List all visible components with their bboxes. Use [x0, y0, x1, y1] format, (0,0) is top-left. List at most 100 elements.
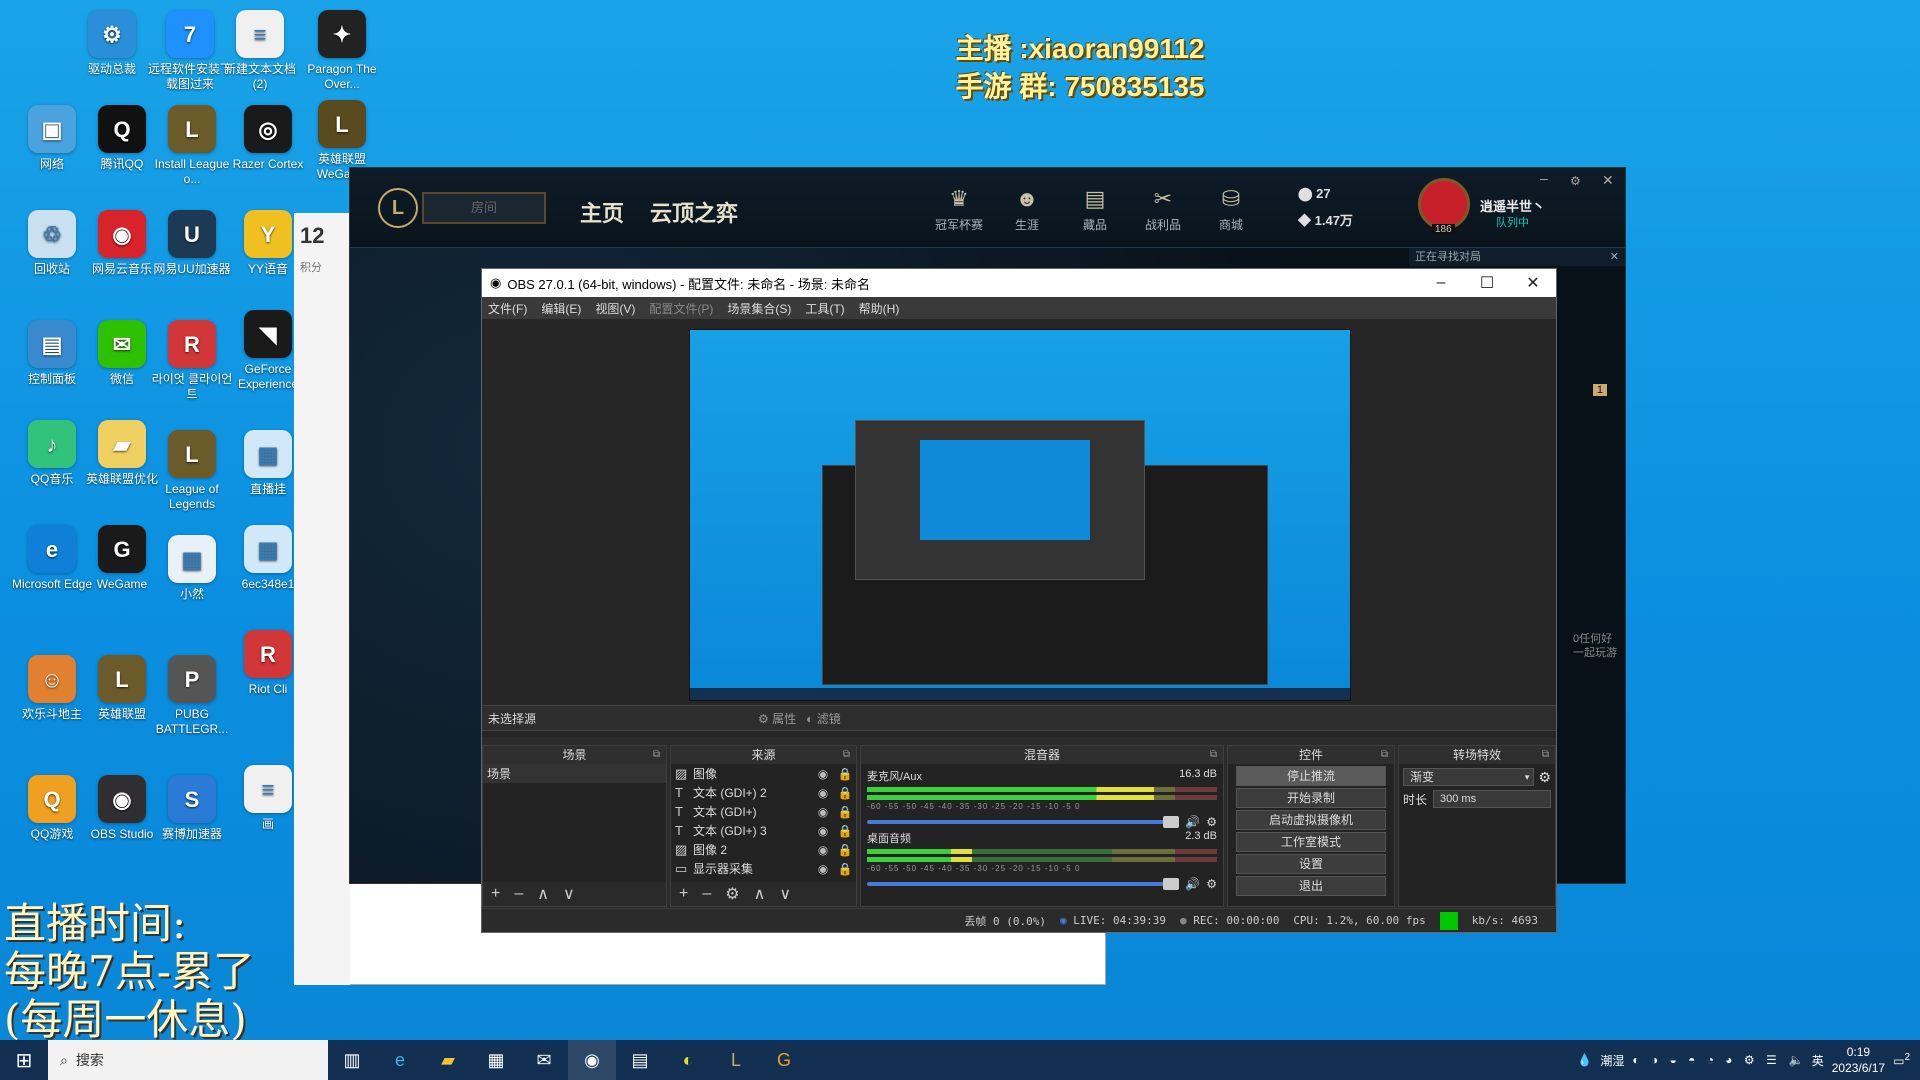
visibility-icon[interactable]: ◉	[812, 862, 834, 876]
menu-item[interactable]: 工具(T)	[805, 300, 844, 317]
nav-icon-2[interactable]: ▤ 藏品	[1067, 186, 1123, 233]
add-icon[interactable]: +	[491, 885, 500, 903]
weather-label[interactable]: 潮湿	[1600, 1052, 1624, 1069]
volume-slider[interactable]	[867, 878, 1180, 890]
obs-preview-canvas[interactable]	[689, 329, 1351, 701]
app-taskbar-icon[interactable]: ▤	[616, 1040, 664, 1080]
volume-icon[interactable]: 🔈	[1789, 1053, 1804, 1067]
desktop-icon[interactable]: ≡ 新建文本文档 (2)	[218, 10, 302, 92]
clock[interactable]: 0:19 2023/6/17	[1832, 1044, 1885, 1076]
visibility-icon[interactable]: ◉	[812, 805, 834, 819]
menu-item[interactable]: 视图(V)	[595, 300, 635, 317]
speaker-icon[interactable]: 🔊	[1185, 877, 1200, 891]
start-button[interactable]: ⊞	[0, 1040, 48, 1080]
source-item[interactable]: ▨ 图像 2 ◉ 🔒	[671, 840, 856, 859]
visibility-icon[interactable]: ◉	[812, 786, 834, 800]
gear-icon[interactable]: ⚙	[725, 884, 739, 904]
menu-item[interactable]: 帮助(H)	[859, 300, 900, 317]
desktop-icon[interactable]: ▦ 小然	[150, 535, 234, 602]
desktop-icon[interactable]: P PUBG BATTLEGR...	[150, 655, 234, 737]
nav-icon-0[interactable]: ♛ 冠军杯赛	[931, 186, 987, 233]
ime-indicator[interactable]: 英	[1812, 1052, 1824, 1069]
visibility-icon[interactable]: ◉	[812, 843, 834, 857]
desktop-icon[interactable]: S 赛博加速器	[150, 775, 234, 842]
undock-icon[interactable]: ⧉	[653, 746, 660, 764]
undock-icon[interactable]: ⧉	[1210, 746, 1217, 764]
transition-select[interactable]: 渐变 ▾	[1403, 768, 1535, 786]
league-taskbar-icon[interactable]: L	[712, 1040, 760, 1080]
control-button[interactable]: 退出	[1236, 876, 1386, 896]
scene-item[interactable]: 场景	[483, 764, 666, 783]
remove-icon[interactable]: –	[702, 885, 711, 903]
properties-button[interactable]: ⚙ 属性	[758, 710, 796, 727]
lock-icon[interactable]: 🔒	[834, 767, 856, 781]
gear-icon[interactable]: ⚙	[1538, 769, 1551, 786]
league-logo[interactable]: L	[378, 188, 418, 228]
source-item[interactable]: T 文本 (GDI+) ◉ 🔒	[671, 802, 856, 821]
undock-icon[interactable]: ⧉	[843, 746, 850, 764]
wegame-taskbar-icon[interactable]: G	[760, 1040, 808, 1080]
menu-item[interactable]: 配置文件(P)	[649, 300, 713, 317]
desktop-icon[interactable]: ⚙ 驱动总裁	[70, 10, 154, 77]
move-down-icon[interactable]: ∨	[779, 884, 791, 904]
volume-knob[interactable]	[1163, 878, 1180, 890]
desktop-icon[interactable]: U 网易UU加速器	[150, 210, 234, 277]
control-button[interactable]: 停止推流	[1236, 766, 1386, 786]
visibility-icon[interactable]: ◉	[812, 824, 834, 838]
lock-icon[interactable]: 🔒	[834, 786, 856, 800]
maximize-icon[interactable]: ☐	[1464, 273, 1510, 293]
source-item[interactable]: ▨ 图像 ◉ 🔒	[671, 764, 856, 783]
volume-slider[interactable]	[867, 816, 1180, 828]
taskbar-search[interactable]: ⌕ 搜索	[48, 1040, 328, 1080]
settings-icon[interactable]: ⚙	[1570, 174, 1581, 188]
nav-home[interactable]: 主页	[580, 196, 624, 228]
nav-icon-3[interactable]: ✂ 战利品	[1135, 186, 1191, 233]
queue-close-icon[interactable]: ✕	[1610, 248, 1619, 266]
nav-icon-1[interactable]: ☻ 生涯	[999, 186, 1055, 233]
obs-taskbar-icon[interactable]: ◉	[568, 1040, 616, 1080]
visibility-icon[interactable]: ◉	[812, 767, 834, 781]
nav-tft[interactable]: 云顶之弈	[650, 196, 738, 228]
source-item[interactable]: T 文本 (GDI+) 2 ◉ 🔒	[671, 783, 856, 802]
gear-icon[interactable]: ⚙	[1206, 877, 1217, 891]
remove-icon[interactable]: –	[514, 885, 523, 903]
task-view-icon[interactable]: ▥	[328, 1040, 376, 1080]
undock-icon[interactable]: ⧉	[1381, 746, 1388, 764]
menu-item[interactable]: 编辑(E)	[541, 300, 581, 317]
control-button[interactable]: 开始录制	[1236, 788, 1386, 808]
mail-icon[interactable]: ✉	[520, 1040, 568, 1080]
file-explorer-icon[interactable]: ▰	[424, 1040, 472, 1080]
tray-icons[interactable]: ◐ ◑ ◒ ◓ ◔ ◕ ⚙ ☰	[1632, 1053, 1780, 1067]
edge-icon[interactable]: e	[376, 1040, 424, 1080]
lock-icon[interactable]: 🔒	[834, 805, 856, 819]
move-up-icon[interactable]: ∧	[537, 884, 549, 904]
minimize-icon[interactable]: –	[1540, 170, 1548, 186]
minimize-icon[interactable]: –	[1418, 274, 1464, 292]
menu-item[interactable]: 场景集合(S)	[727, 300, 791, 317]
lock-icon[interactable]: 🔒	[834, 843, 856, 857]
control-button[interactable]: 设置	[1236, 854, 1386, 874]
filters-button[interactable]: ◐ 滤镜	[806, 710, 841, 727]
control-button[interactable]: 启动虚拟摄像机	[1236, 810, 1386, 830]
source-item[interactable]: T 文本 (GDI+) 3 ◉ 🔒	[671, 821, 856, 840]
store-icon[interactable]: ▦	[472, 1040, 520, 1080]
close-icon[interactable]: ✕	[1602, 172, 1614, 189]
desktop-icon[interactable]: ◎ Razer Cortex	[226, 105, 310, 172]
nav-icon-4[interactable]: ⛁ 商城	[1203, 186, 1259, 233]
move-down-icon[interactable]: ∨	[563, 884, 575, 904]
desktop-icon[interactable]: L Install League o...	[150, 105, 234, 187]
desktop-icon[interactable]: ✦ Paragon The Over...	[300, 10, 384, 92]
duration-input[interactable]: 300 ms	[1433, 790, 1551, 808]
undock-icon[interactable]: ⧉	[1542, 746, 1549, 764]
username[interactable]: 逍遥半世丶	[1480, 196, 1545, 215]
close-icon[interactable]: ✕	[1510, 273, 1556, 293]
source-item[interactable]: ▭ 显示器采集 ◉ 🔒	[671, 859, 856, 878]
control-button[interactable]: 工作室模式	[1236, 832, 1386, 852]
notification-icon[interactable]: ▭2	[1893, 1052, 1910, 1068]
desktop-icon[interactable]: L League of Legends	[150, 430, 234, 512]
lock-icon[interactable]: 🔒	[834, 824, 856, 838]
move-up-icon[interactable]: ∧	[754, 884, 766, 904]
lock-icon[interactable]: 🔒	[834, 862, 856, 876]
avatar[interactable]	[1418, 178, 1470, 230]
menu-item[interactable]: 文件(F)	[488, 300, 527, 317]
